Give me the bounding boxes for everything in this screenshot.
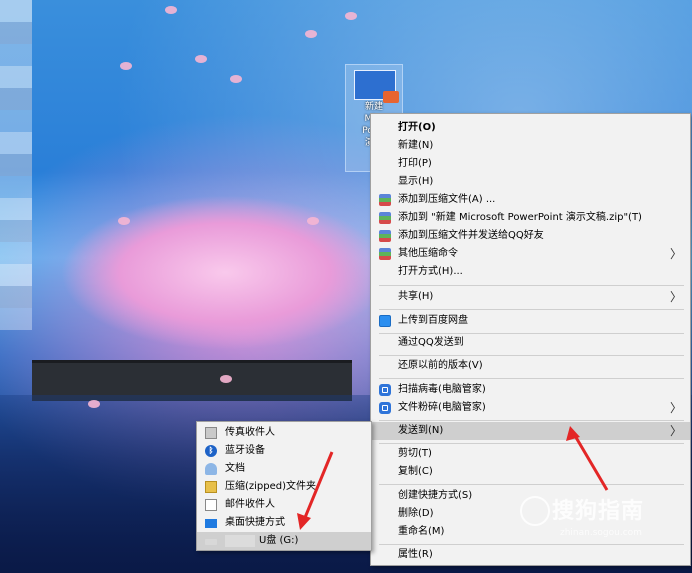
annotation-arrowhead bbox=[297, 513, 311, 530]
annotation-arrows bbox=[297, 426, 609, 530]
watermark-text: 搜狗指南 bbox=[552, 499, 645, 524]
watermark-url: zhinan.sogou.com bbox=[560, 528, 642, 538]
sogou-logo-icon bbox=[520, 496, 550, 526]
annotation-arrow-line bbox=[302, 451, 334, 521]
annotation-arrow-line bbox=[572, 433, 609, 491]
